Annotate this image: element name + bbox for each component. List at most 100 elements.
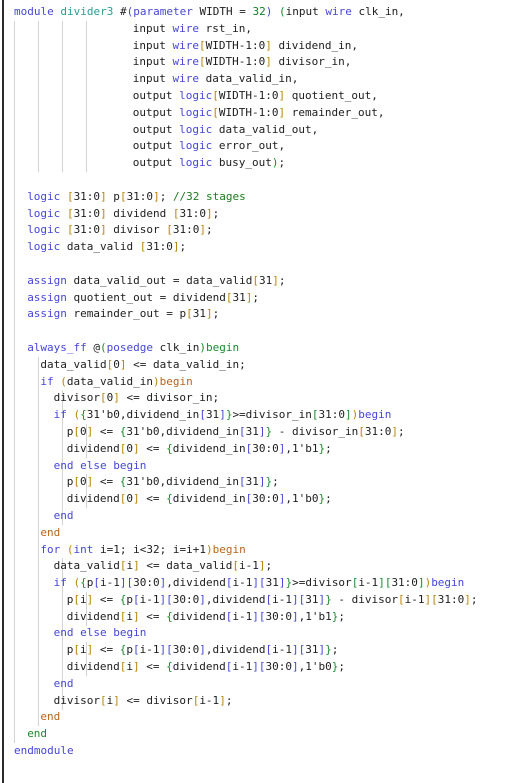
code-line[interactable] xyxy=(0,172,508,189)
code-token: ] xyxy=(100,189,107,203)
code-line[interactable]: if (data_valid_in)begin xyxy=(0,374,508,391)
code-line[interactable]: end xyxy=(0,726,508,743)
code-line[interactable] xyxy=(0,323,508,340)
code-token: posedge xyxy=(106,340,154,354)
code-line[interactable]: p[i] <= {p[i-1][30:0],dividend[i-1][31]}… xyxy=(0,592,508,609)
code-line[interactable]: input wire rst_in, xyxy=(0,21,508,38)
code-line[interactable]: p[i] <= {p[i-1][30:0],dividend[i-1][31]}… xyxy=(0,642,508,659)
code-token: ; xyxy=(225,693,233,707)
code-token: data_valid xyxy=(53,559,120,573)
code-token: ; xyxy=(278,156,286,170)
code-line[interactable]: divisor[0] <= divisor_in; xyxy=(0,390,508,407)
code-line[interactable]: assign quotient_out = dividend[31]; xyxy=(0,290,508,307)
code-token: 31:0 xyxy=(126,189,154,203)
code-line[interactable]: logic [31:0] dividend [31:0]; xyxy=(0,206,508,223)
code-line[interactable]: logic [31:0] divisor [31:0]; xyxy=(0,222,508,239)
code-token: [ xyxy=(186,307,193,321)
code-editor[interactable]: module divider3 #(parameter WIDTH = 32) … xyxy=(0,0,508,783)
code-token: logic xyxy=(179,88,213,102)
code-token: } xyxy=(325,643,332,657)
code-line[interactable]: data_valid[0] <= data_valid_in; xyxy=(0,357,508,374)
code-line[interactable]: dividend[i] <= {dividend[i-1][30:0],1'b0… xyxy=(0,659,508,676)
code-token: logic xyxy=(27,240,61,254)
code-token: i xyxy=(80,592,87,606)
code-line[interactable]: end xyxy=(0,525,508,542)
code-token: i-1 xyxy=(99,576,120,590)
code-line[interactable]: end else begin xyxy=(0,458,508,475)
code-token: output xyxy=(132,156,173,170)
code-token: dividend_in xyxy=(172,441,246,455)
code-token: <= xyxy=(139,609,167,623)
code-token: i-1 xyxy=(272,643,293,657)
code-line[interactable]: data_valid[i] <= data_valid[i-1]; xyxy=(0,558,508,575)
code-line[interactable]: dividend[i] <= {dividend[i-1][30:0],1'b1… xyxy=(0,609,508,626)
code-token: data_valid_in, xyxy=(199,72,299,86)
code-token: WIDTH-1:0 xyxy=(218,105,279,119)
code-token: ] xyxy=(133,609,140,623)
code-token: ,dividend xyxy=(205,592,266,606)
code-line[interactable]: dividend[0] <= {dividend_in[30:0],1'b1}; xyxy=(0,441,508,458)
code-token: 31:0 xyxy=(73,206,101,220)
code-token: i-1 xyxy=(232,609,253,623)
code-token: ] xyxy=(113,391,120,405)
code-line[interactable]: for (int i=1; i<32; i=i+1)begin xyxy=(0,542,508,559)
code-token: dividend xyxy=(66,492,120,506)
code-token: 30:0 xyxy=(252,492,279,506)
code-token: 31'b0,dividend_in xyxy=(126,424,240,438)
code-line[interactable]: input wire data_valid_in, xyxy=(0,71,508,88)
code-line[interactable]: assign data_valid_out = data_valid[31]; xyxy=(0,273,508,290)
code-content[interactable]: module divider3 #(parameter WIDTH = 32) … xyxy=(0,4,508,760)
code-line[interactable]: end xyxy=(0,676,508,693)
code-line[interactable] xyxy=(0,256,508,273)
code-line[interactable]: input wire[WIDTH-1:0] dividend_in, xyxy=(0,38,508,55)
code-line[interactable]: output logic[WIDTH-1:0] remainder_out, xyxy=(0,105,508,122)
code-line[interactable]: if ({31'b0,dividend_in[31]}>=divisor_in[… xyxy=(0,407,508,424)
code-token: 31'b0,dividend_in xyxy=(126,475,240,489)
code-token: i-1 xyxy=(272,592,293,606)
code-line[interactable]: end else begin xyxy=(0,625,508,642)
code-line[interactable]: input wire[WIDTH-1:0] divisor_in, xyxy=(0,54,508,71)
code-token: always_ff xyxy=(27,340,87,354)
code-line[interactable]: p[0] <= {31'b0,dividend_in[31]}; xyxy=(0,474,508,491)
code-token: clk_in xyxy=(153,340,200,354)
code-line[interactable]: assign remainder_out = p[31]; xyxy=(0,306,508,323)
code-token: end xyxy=(27,727,48,741)
code-token: { xyxy=(80,408,87,422)
code-line[interactable]: module divider3 #(parameter WIDTH = 32) … xyxy=(0,4,508,21)
code-line[interactable]: if ({p[i-1][30:0],dividend[i-1][31]}>=di… xyxy=(0,575,508,592)
code-line[interactable]: dividend[0] <= {dividend_in[30:0],1'b0}; xyxy=(0,491,508,508)
code-token: 31:0 xyxy=(437,592,465,606)
code-line[interactable]: output logic busy_out); xyxy=(0,155,508,172)
code-line[interactable]: logic [31:0] p[31:0]; //32 stages xyxy=(0,189,508,206)
code-line[interactable]: end xyxy=(0,508,508,525)
code-token: WIDTH-1:0 xyxy=(205,38,266,52)
code-token: [ xyxy=(166,592,173,606)
code-token: else xyxy=(80,626,107,640)
code-line[interactable]: end xyxy=(0,709,508,726)
code-token: 0 xyxy=(113,357,120,371)
code-token: quotient_out = dividend xyxy=(66,290,226,304)
code-token: busy_out xyxy=(212,156,272,170)
code-line[interactable]: endmodule xyxy=(0,743,508,760)
code-line[interactable]: output logic[WIDTH-1:0] quotient_out, xyxy=(0,88,508,105)
code-token: ; xyxy=(278,273,286,287)
code-token: >=divisor xyxy=(292,576,352,590)
code-line[interactable]: output logic data_valid_out, xyxy=(0,122,508,139)
code-token: ] xyxy=(265,55,272,69)
code-token: i xyxy=(80,643,87,657)
code-token: logic xyxy=(27,189,61,203)
code-token: i-1 xyxy=(139,643,160,657)
code-token: [ xyxy=(133,592,140,606)
code-token: output xyxy=(132,88,173,102)
code-line[interactable]: always_ff @(posedge clk_in)begin xyxy=(0,340,508,357)
code-line[interactable]: logic data_valid [31:0]; xyxy=(0,239,508,256)
code-line[interactable]: divisor[i] <= divisor[i-1]; xyxy=(0,693,508,710)
code-line[interactable]: output logic error_out, xyxy=(0,138,508,155)
code-line[interactable]: p[0] <= {31'b0,dividend_in[31]} - diviso… xyxy=(0,424,508,441)
code-token: <= divisor_in; xyxy=(119,391,220,405)
code-token: wire xyxy=(172,72,200,86)
code-token: ] xyxy=(206,307,213,321)
code-token: ; xyxy=(159,189,173,203)
